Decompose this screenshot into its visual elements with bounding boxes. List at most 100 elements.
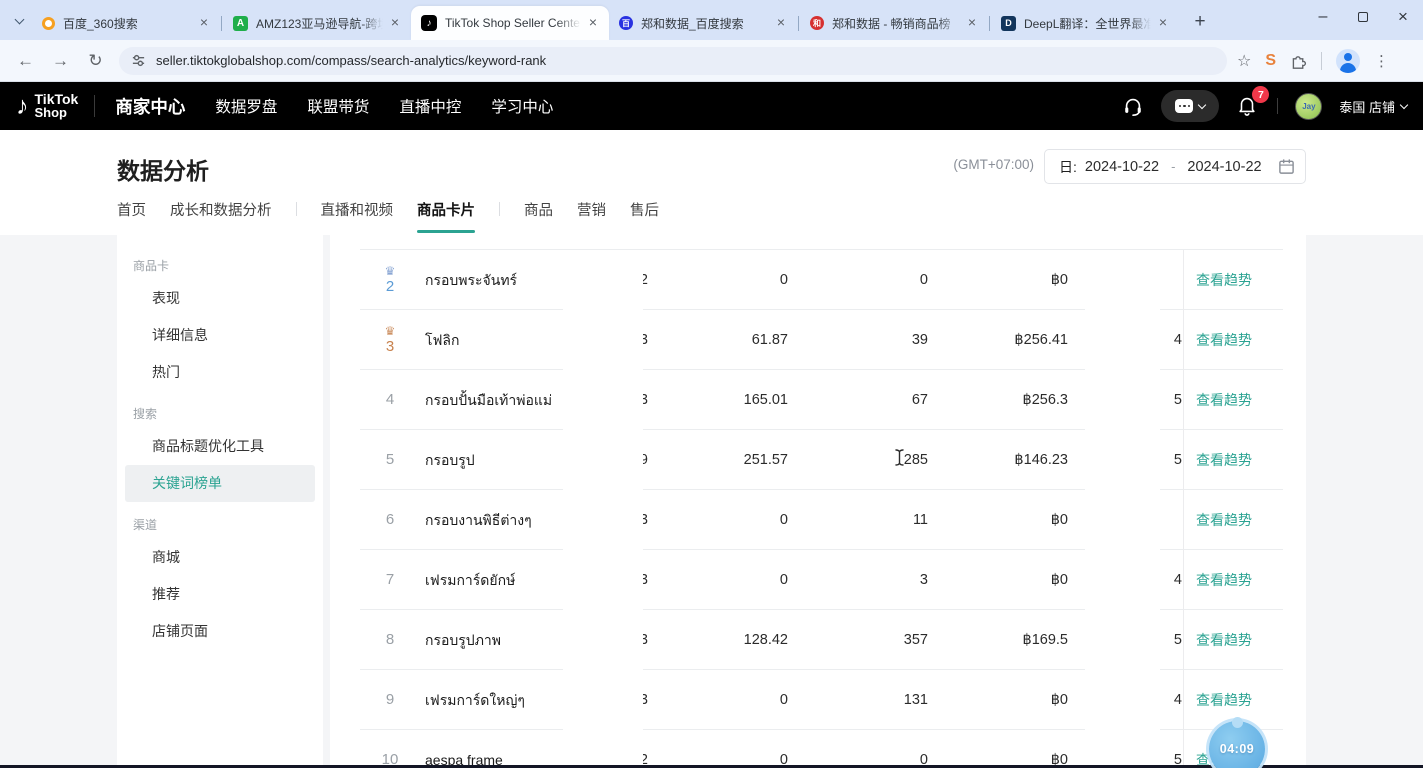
page-title: 数据分析	[117, 152, 209, 186]
site-settings-icon[interactable]	[131, 53, 146, 68]
metric-value-2: 67	[912, 370, 928, 430]
nav-affiliate[interactable]: 联盟带货	[307, 95, 369, 117]
toolbar-divider	[1321, 52, 1322, 70]
sidebar: 商品卡 表现 详细信息 热门 搜索 商品标题优化工具 关键词榜单 渠道 商城 推…	[117, 235, 323, 765]
keyword-cell: กรอบงานพิธีต่างๆ	[425, 490, 532, 550]
view-trend-link[interactable]: 查看趋势	[1196, 310, 1252, 370]
notifications-button[interactable]: 7	[1236, 94, 1260, 118]
view-trend-link[interactable]: 查看趋势	[1196, 610, 1252, 670]
view-trend-link[interactable]: 查看趋势	[1196, 370, 1252, 430]
sidebar-item-keyword-rank[interactable]: 关键词榜单	[125, 465, 315, 502]
date-start-value: 2024-10-22	[1085, 159, 1159, 175]
nav-learning-center[interactable]: 学习中心	[491, 95, 553, 117]
tiktok-shop-logo[interactable]: ♪ TikTok Shop	[16, 93, 78, 119]
sidebar-item-details[interactable]: 详细信息	[125, 317, 315, 354]
tab-close-icon[interactable]	[196, 15, 212, 31]
nav-live-console[interactable]: 直播中控	[399, 95, 461, 117]
screen-recording-timer-bubble[interactable]: 04:09	[1209, 721, 1265, 768]
tab-favicon-360-icon	[42, 17, 55, 30]
sidebar-item-trending[interactable]: 热门	[125, 354, 315, 391]
extensions-puzzle-icon[interactable]	[1290, 52, 1307, 69]
tab-product-card[interactable]: 商品卡片	[417, 199, 475, 233]
tab-divider	[221, 16, 222, 31]
tab-group-divider	[499, 202, 500, 216]
header-divider	[94, 95, 95, 117]
rank-number: 5	[386, 451, 394, 468]
reload-button[interactable]: ↻	[78, 51, 113, 71]
browser-tab-4[interactable]: 百 郑和数据_百度搜索	[609, 6, 797, 40]
browser-tab-5[interactable]: 和 郑和数据 - 畅销商品榜	[800, 6, 988, 40]
back-button[interactable]: ←	[8, 51, 43, 71]
new-tab-button[interactable]	[1187, 9, 1213, 35]
tab-favicon-deepl-icon: D	[1001, 16, 1016, 31]
metric-value-1: 0	[780, 730, 788, 765]
store-avatar[interactable]	[1295, 93, 1322, 120]
metric-value-1: 0	[780, 490, 788, 550]
window-minimize-button[interactable]	[1303, 0, 1343, 34]
nav-data-compass[interactable]: 数据罗盘	[215, 95, 277, 117]
nav-seller-center[interactable]: 商家中心	[115, 94, 185, 119]
metric-value-2: 3	[920, 550, 928, 610]
partially-hidden-value-right: 5	[1174, 730, 1182, 765]
view-trend-link[interactable]: 查看趋势	[1196, 490, 1252, 550]
redaction-overlay-right	[1085, 251, 1160, 765]
browser-menu-icon[interactable]: ⋮	[1374, 52, 1389, 70]
tab-favicon-amz123-icon: A	[233, 16, 248, 31]
tab-title: TikTok Shop Seller Cente	[445, 16, 581, 30]
view-trend-link[interactable]: 查看趋势	[1196, 550, 1252, 610]
screen: 百度_360搜索 A AMZ123亚马逊导航-跨境 ♪ TikTok Shop …	[0, 0, 1423, 768]
tab-favicon-tiktok-icon: ♪	[421, 15, 437, 31]
window-close-button[interactable]	[1383, 0, 1423, 34]
date-separator: -	[1171, 159, 1175, 174]
sidebar-item-recommend[interactable]: 推荐	[125, 576, 315, 613]
tab-after-sale[interactable]: 售后	[630, 199, 659, 233]
tab-close-icon[interactable]	[964, 15, 980, 31]
browser-tab-6[interactable]: D DeepL翻译：全世界最准	[991, 6, 1179, 40]
tab-growth-analytics[interactable]: 成长和数据分析	[170, 199, 272, 233]
metric-value-gmv: ฿0	[1051, 670, 1068, 730]
tab-product[interactable]: 商品	[524, 199, 553, 233]
sidebar-item-mall[interactable]: 商城	[125, 539, 315, 576]
tab-marketing[interactable]: 营销	[577, 199, 606, 233]
extension-s-icon[interactable]: S	[1265, 52, 1276, 70]
store-switcher[interactable]: 泰国 店铺	[1339, 97, 1407, 116]
seller-center-header: ♪ TikTok Shop 商家中心 数据罗盘 联盟带货 直播中控 学习中心	[0, 82, 1423, 130]
browser-tab-2[interactable]: A AMZ123亚马逊导航-跨境	[223, 6, 411, 40]
tab-close-icon[interactable]	[1155, 15, 1171, 31]
headset-icon[interactable]	[1122, 95, 1144, 117]
keyword-cell: กรอบปั้นมือเท้าพ่อแม่	[425, 370, 552, 430]
rank-cell: 6	[370, 490, 410, 549]
address-bar[interactable]: seller.tiktokglobalshop.com/compass/sear…	[119, 47, 1227, 75]
date-granularity-label: 日:	[1059, 157, 1077, 177]
tab-favicon-baidu-icon: 百	[619, 16, 633, 30]
forward-button[interactable]: →	[43, 51, 78, 71]
metric-value-gmv: ฿0	[1051, 730, 1068, 765]
window-maximize-button[interactable]	[1343, 0, 1383, 34]
tab-search-caret[interactable]	[6, 4, 32, 38]
chevron-down-icon	[1400, 100, 1408, 108]
view-trend-link[interactable]: 查看趋势	[1196, 430, 1252, 490]
metric-value-2: 0	[920, 730, 928, 765]
analytics-tabs: 首页 成长和数据分析 直播和视频 商品卡片 商品 营销 售后	[117, 199, 659, 234]
tab-close-icon[interactable]	[773, 15, 789, 31]
message-center-button[interactable]	[1161, 90, 1219, 122]
metric-value-2: 357	[904, 610, 928, 670]
metric-value-2: 11	[913, 490, 928, 550]
sidebar-item-performance[interactable]: 表现	[125, 280, 315, 317]
partially-hidden-value-right: 4	[1174, 310, 1182, 370]
browser-tab-3-active[interactable]: ♪ TikTok Shop Seller Cente	[411, 6, 609, 40]
tab-title: DeepL翻译：全世界最准	[1024, 15, 1151, 32]
rank-number: 8	[386, 631, 394, 648]
sidebar-section-channel: 渠道	[133, 516, 307, 533]
browser-tab-1[interactable]: 百度_360搜索	[32, 6, 220, 40]
view-trend-link[interactable]: 查看趋势	[1196, 250, 1252, 310]
tab-live-video[interactable]: 直播和视频	[321, 199, 394, 233]
sidebar-item-shop-page[interactable]: 店铺页面	[125, 613, 315, 650]
tab-close-icon[interactable]	[585, 15, 601, 31]
tab-close-icon[interactable]	[387, 15, 403, 31]
date-range-picker[interactable]: 日: 2024-10-22 - 2024-10-22	[1044, 149, 1306, 184]
browser-profile-avatar[interactable]	[1336, 49, 1360, 73]
sidebar-item-title-optimizer[interactable]: 商品标题优化工具	[125, 428, 315, 465]
tab-home[interactable]: 首页	[117, 199, 146, 233]
bookmark-star-icon[interactable]: ☆	[1237, 51, 1251, 71]
